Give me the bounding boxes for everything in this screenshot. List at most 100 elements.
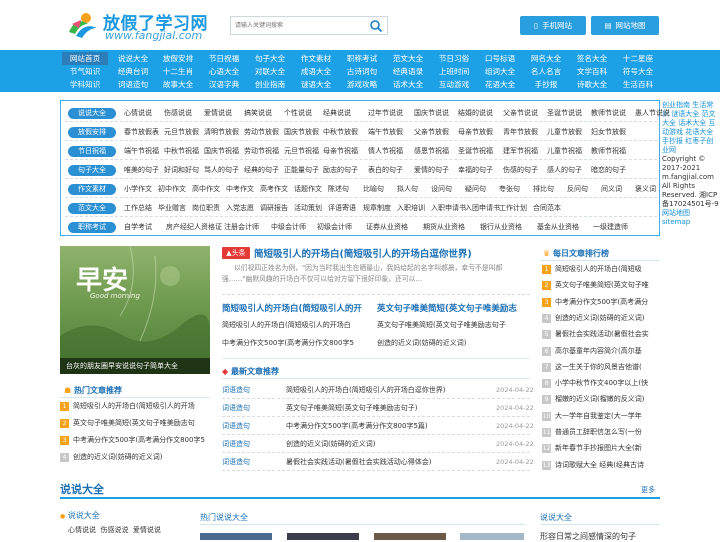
nav-item[interactable]: 句子大全 (248, 52, 292, 65)
hot-item-title[interactable]: 简短吸引人的开场白(简短吸引人的开场 (73, 402, 195, 410)
ranking-item-title[interactable]: 暑假社会实践活动(暑假社会实 (555, 330, 649, 338)
hot-item-title[interactable]: 创造的近义词(妨碍的近义词) (73, 453, 162, 461)
category-link[interactable]: 儿童节祝福 (547, 146, 582, 157)
category-link[interactable]: 感恩节祝福 (414, 146, 449, 157)
category-link[interactable]: 规章制度 (363, 203, 391, 214)
category-link[interactable]: 结婚的说说 (458, 108, 493, 119)
category-link[interactable]: 基金从业资格 (537, 222, 579, 233)
ranking-item-title[interactable]: 小学中秋节作文400字以上(快 (555, 379, 648, 387)
nav-item[interactable]: 节气知识 (62, 65, 108, 78)
category-label[interactable]: 放假安排 (68, 127, 116, 138)
latest-item-tag[interactable]: 词语造句 (222, 403, 250, 413)
ranking-item[interactable]: 3 中考满分作文500字(高考满分 (542, 297, 660, 307)
category-link[interactable]: 圣诞节祝福 (458, 146, 493, 157)
nav-item[interactable]: 词语造句 (111, 78, 155, 91)
category-link[interactable]: 中考作文 (226, 184, 254, 195)
category-link[interactable]: 自学考试 (124, 222, 152, 233)
category-link[interactable]: 教师节说说 (591, 108, 626, 119)
hot-item[interactable]: 1 简短吸引人的开场白(简短吸引人的开场 (60, 401, 210, 411)
sitemap-button[interactable]: ▤ 网站地图 (591, 16, 659, 35)
category-link[interactable]: 一级建造师 (593, 222, 628, 233)
nav-item[interactable]: 成语大全 (294, 65, 338, 78)
category-link[interactable]: 活动策划 (294, 203, 322, 214)
ranking-item-title[interactable]: 中考满分作文500字(高考满分 (555, 298, 648, 306)
search-input[interactable] (235, 20, 365, 32)
category-link[interactable]: 小学作文 (124, 184, 152, 195)
nav-item[interactable]: 网站首页 (62, 52, 108, 65)
category-link[interactable]: 爱情说说 (204, 108, 232, 119)
nav-item[interactable]: 互动游戏 (432, 78, 476, 91)
nav-item[interactable]: 诗歌大全 (570, 78, 614, 91)
category-link[interactable]: 入职培训 (397, 203, 425, 214)
category-link[interactable]: 伤感的句子 (503, 165, 538, 176)
side-links[interactable]: 创业指南 生活常识 谜语大全 范文大全 话术大全 互动游戏 花语大全 手抄报 红… (662, 101, 720, 155)
category-link[interactable]: 经典说说 (323, 108, 351, 119)
hot-item-title[interactable]: 中考满分作文500字(高考满分作文800字5 (73, 436, 205, 444)
category-label[interactable]: 作文素材 (68, 184, 116, 195)
section2-more-link[interactable]: 更多 (641, 485, 655, 495)
ranking-item-title[interactable]: 新年春节手抄报图片大全(新 (555, 444, 642, 452)
nav-item[interactable]: 花语大全 (478, 78, 522, 91)
category-link[interactable]: 间义词 (601, 184, 622, 195)
category-link[interactable]: 暗恋的句子 (591, 165, 626, 176)
category-link[interactable]: 疑问句 (465, 184, 486, 195)
latest-item-title[interactable]: 暑假社会实践活动(暑假社会实践活动心得体会) (286, 457, 486, 467)
category-link[interactable]: 建军节祝福 (503, 146, 538, 157)
category-link[interactable]: 房产经纪人资格证 (166, 222, 222, 233)
nav-item[interactable]: 对联大全 (248, 65, 292, 78)
latest-item-title[interactable]: 简短吸引人的开场白(简短吸引人的开场白逗你世界) (286, 385, 486, 395)
section2-left-link[interactable]: 心情说说 (68, 526, 96, 534)
nav-item[interactable]: 口号标语 (478, 52, 522, 65)
headline-sub-link-2[interactable]: 英文句子唯美简短(英文句子唯美励志 (377, 302, 517, 314)
ranking-item-title[interactable]: 简短吸引人的开场白(简短吸 (555, 265, 642, 273)
category-link[interactable]: 搞笑说说 (244, 108, 272, 119)
nav-item[interactable]: 节日祝福 (202, 52, 246, 65)
category-link[interactable]: 初级会计师 (317, 222, 352, 233)
category-link[interactable]: 入党志愿 (226, 203, 254, 214)
category-link[interactable]: 骂人的句子 (204, 165, 239, 176)
category-link[interactable]: 励志的句子 (323, 165, 358, 176)
category-link[interactable]: 愚人节说说 (635, 108, 670, 119)
category-link[interactable]: 国庆节祝福 (204, 146, 239, 157)
nav-item[interactable]: 作文素材 (294, 52, 338, 65)
category-link[interactable]: 银行从业资格 (480, 222, 522, 233)
category-link[interactable]: 夸张句 (499, 184, 520, 195)
category-link[interactable]: 儿童节放假 (547, 127, 582, 138)
category-link[interactable]: 伤感说说 (164, 108, 192, 119)
nav-item[interactable]: 汉语字典 (202, 78, 246, 91)
hot-item[interactable]: 2 英文句子唯美简短(英文句子唯美励志句 (60, 418, 210, 428)
nav-item[interactable]: 名人名言 (524, 65, 568, 78)
category-link[interactable]: 母亲节放假 (458, 127, 493, 138)
ranking-item[interactable]: 5 暑假社会实践活动(暑假社会实 (542, 329, 660, 340)
category-link[interactable]: 高中作文 (192, 184, 220, 195)
section2-thumb[interactable] (287, 533, 359, 540)
ranking-item-title[interactable]: 英文句子唯美简短(英文句子唯 (555, 281, 649, 289)
category-label[interactable]: 节日祝福 (68, 146, 116, 157)
ranking-item[interactable]: 13 诗词歌赋大全 经典(经典古诗 (542, 460, 660, 470)
nav-item[interactable]: 心语大全 (202, 65, 246, 78)
latest-item-title[interactable]: 创造的近义词(妨碍的近义词) (286, 439, 486, 449)
latest-item-tag[interactable]: 词语造句 (222, 385, 250, 395)
category-link[interactable]: 教师节祝福 (591, 146, 626, 157)
hot-item-title[interactable]: 英文句子唯美简短(英文句子唯美励志句 (73, 419, 195, 427)
hot-item[interactable]: 3 中考满分作文500字(高考满分作文800字5 (60, 435, 210, 445)
side-sitemap-links[interactable]: 网站地图 sitemap (662, 209, 720, 227)
section2-right-first[interactable]: 形容日常之间感情深的句子 (540, 531, 636, 542)
nav-item[interactable]: 十二生肖 (156, 65, 200, 78)
category-link[interactable]: 期货从业资格 (423, 222, 465, 233)
category-link[interactable]: 端午节祝福 (124, 146, 159, 157)
category-label[interactable]: 职称考试 (68, 222, 116, 233)
ranking-item[interactable]: 10 大一学年自我鉴定(大一学年 (542, 411, 660, 421)
ranking-item-title[interactable]: 这一生关于你的风景吉他谱( (555, 363, 642, 371)
latest-item-tag[interactable]: 词语造句 (222, 421, 250, 431)
category-link[interactable]: 端午节放假 (368, 127, 403, 138)
category-link[interactable]: 爱情的句子 (414, 165, 449, 176)
category-link[interactable]: 合同范本 (533, 203, 561, 214)
nav-item[interactable]: 范文大全 (386, 52, 430, 65)
ranking-item-title[interactable]: 诗词歌赋大全 经典(经典古诗 (555, 461, 644, 469)
nav-item[interactable]: 学科知识 (62, 78, 108, 91)
category-label[interactable]: 说说大全 (68, 108, 116, 119)
category-link[interactable]: 设问句 (431, 184, 452, 195)
ranking-item[interactable]: 12 新年春节手抄报图片大全(新 (542, 443, 660, 454)
ranking-item[interactable]: 1 简短吸引人的开场白(简短吸 (542, 264, 660, 274)
